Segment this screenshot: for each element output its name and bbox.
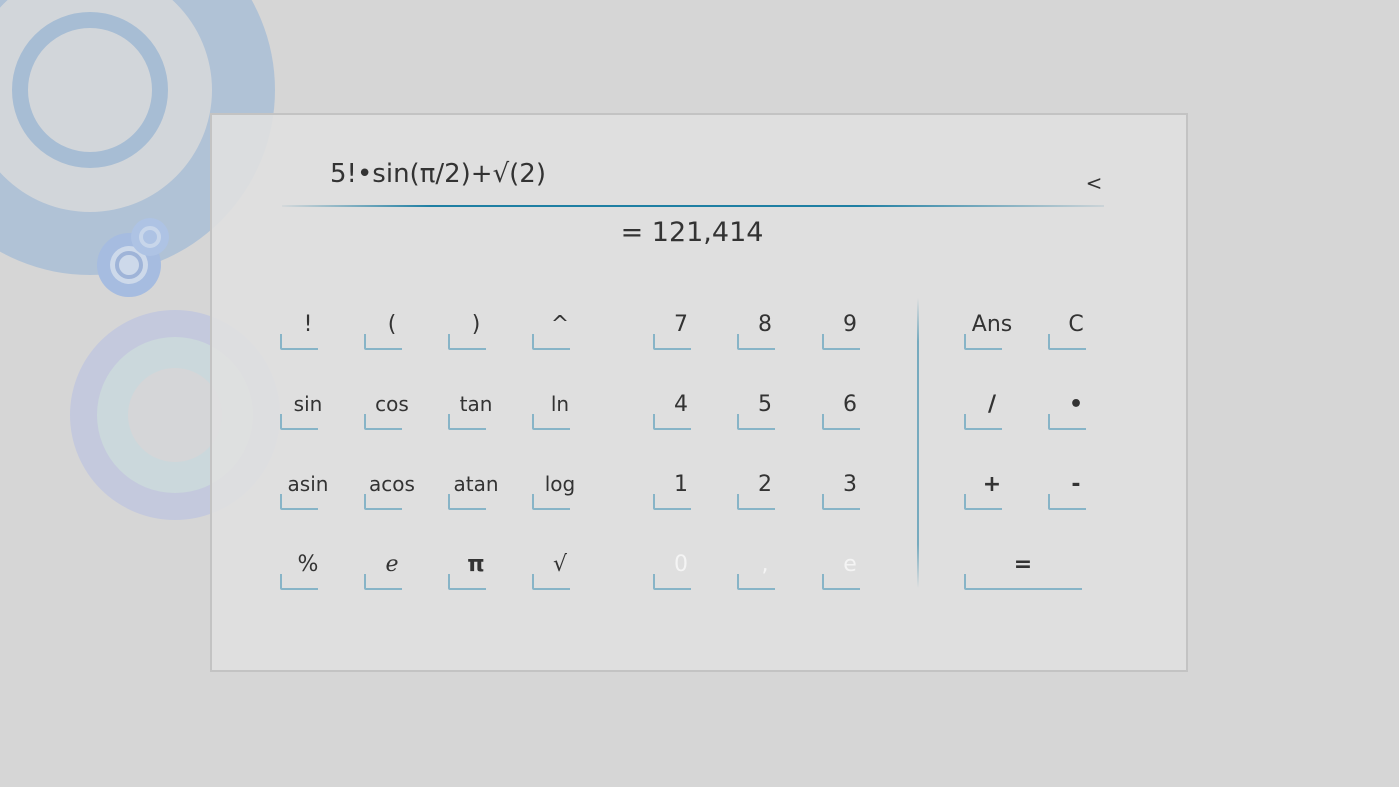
ln-label: ln bbox=[550, 392, 570, 416]
acos-button[interactable]: acos bbox=[364, 458, 420, 514]
minus-button[interactable]: - bbox=[1048, 458, 1104, 514]
cos-label: cos bbox=[375, 392, 409, 416]
sin-button[interactable]: sin bbox=[280, 378, 336, 434]
tan-label: tan bbox=[459, 392, 493, 416]
ans-button[interactable]: Ans bbox=[964, 298, 1020, 354]
digit-4-button[interactable]: 4 bbox=[653, 378, 709, 434]
backspace-button[interactable]: < bbox=[1084, 171, 1104, 195]
digit-5-button[interactable]: 5 bbox=[737, 378, 793, 434]
digit-1-button[interactable]: 1 bbox=[653, 458, 709, 514]
divide-button[interactable]: / bbox=[964, 378, 1020, 434]
digit-7-button[interactable]: 7 bbox=[653, 298, 709, 354]
close-paren-button[interactable]: ) bbox=[448, 298, 504, 354]
pi-button[interactable]: π bbox=[448, 538, 504, 594]
log-label: log bbox=[544, 472, 576, 496]
power-button[interactable]: ^ bbox=[532, 298, 588, 354]
digit-3-button[interactable]: 3 bbox=[822, 458, 878, 514]
digit-2-button[interactable]: 2 bbox=[737, 458, 793, 514]
exponent-button[interactable]: e bbox=[822, 538, 878, 594]
equals-button[interactable]: = bbox=[964, 538, 1082, 594]
factorial-button[interactable]: ! bbox=[280, 298, 336, 354]
digit-0-button[interactable]: 0 bbox=[653, 538, 709, 594]
sqrt-button[interactable]: √ bbox=[532, 538, 588, 594]
acos-label: acos bbox=[369, 472, 415, 496]
log-button[interactable]: log bbox=[532, 458, 588, 514]
expression-underline bbox=[282, 205, 1104, 207]
euler-button[interactable]: e bbox=[364, 538, 420, 594]
asin-button[interactable]: asin bbox=[280, 458, 336, 514]
open-paren-button[interactable]: ( bbox=[364, 298, 420, 354]
comma-button[interactable]: , bbox=[737, 538, 793, 594]
calculator-panel: 5!•sin(π/2)+√(2) < = 121,414 ! ( ) ^ sin… bbox=[210, 113, 1188, 672]
multiply-button[interactable]: • bbox=[1048, 378, 1104, 434]
sin-label: sin bbox=[293, 392, 323, 416]
atan-label: atan bbox=[453, 472, 499, 496]
plus-button[interactable]: + bbox=[964, 458, 1020, 514]
digit-8-button[interactable]: 8 bbox=[737, 298, 793, 354]
asin-label: asin bbox=[287, 472, 329, 496]
percent-button[interactable]: % bbox=[280, 538, 336, 594]
atan-button[interactable]: atan bbox=[448, 458, 504, 514]
result-display: = 121,414 bbox=[620, 217, 764, 248]
digit-9-button[interactable]: 9 bbox=[822, 298, 878, 354]
expression-display[interactable]: 5!•sin(π/2)+√(2) bbox=[330, 159, 546, 189]
ln-button[interactable]: ln bbox=[532, 378, 588, 434]
clear-button[interactable]: C bbox=[1048, 298, 1104, 354]
tan-button[interactable]: tan bbox=[448, 378, 504, 434]
cos-button[interactable]: cos bbox=[364, 378, 420, 434]
keypad-divider bbox=[917, 298, 919, 588]
digit-6-button[interactable]: 6 bbox=[822, 378, 878, 434]
